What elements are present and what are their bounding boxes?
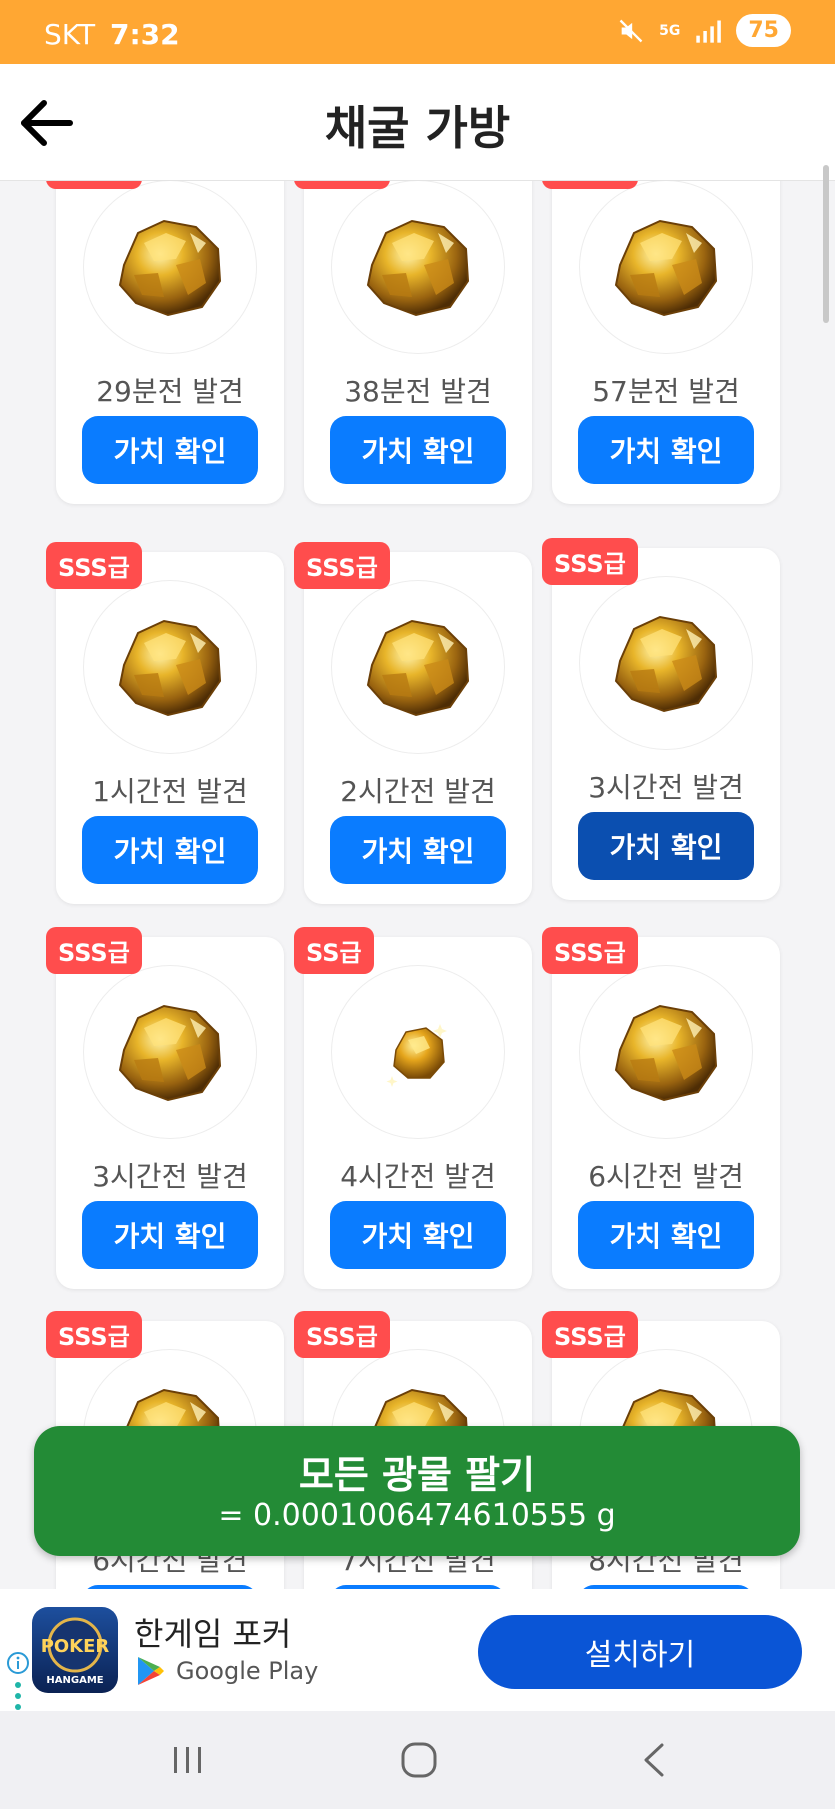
found-time: 6시간전 발견 — [588, 1160, 744, 1193]
found-time: 3시간전 발견 — [92, 1160, 248, 1193]
ad-app-name[interactable]: 한게임 포커 — [134, 1609, 291, 1655]
ore-card: SSS급 6시간전 발견 가치 확인 — [542, 927, 780, 1289]
install-button[interactable]: 설치하기 — [478, 1615, 802, 1689]
check-value-button[interactable]: 가치 확인 — [82, 1201, 258, 1269]
grade-badge: SSS급 — [294, 542, 390, 589]
grade-badge: SSS급 — [542, 538, 638, 585]
gold-nugget-icon — [366, 219, 470, 317]
ore-card: SSS급 29분전 발견 가치 확인 — [46, 181, 284, 504]
gold-nugget-icon — [614, 219, 718, 317]
gold-nugget-icon — [118, 619, 222, 717]
found-time: 1시간전 발견 — [92, 775, 248, 808]
grade-badge: SSS급 — [542, 927, 638, 974]
network-type: 5G — [659, 22, 681, 39]
found-time: 4시간전 발견 — [340, 1160, 496, 1193]
gold-nugget-icon — [118, 1004, 222, 1102]
ore-image-frame — [331, 181, 505, 354]
app-header: 채굴 가방 — [0, 64, 835, 181]
check-value-button[interactable]: 가치 확인 — [330, 1201, 506, 1269]
ore-card: SSS급 1시간전 발견 가치 확인 — [46, 542, 284, 904]
page-title: 채굴 가방 — [324, 101, 511, 155]
sell-all-button[interactable]: 모든 광물 팔기 = 0.0001006474610555 g — [34, 1426, 800, 1556]
gold-nugget-icon — [386, 1024, 447, 1087]
ore-image-frame — [83, 965, 257, 1139]
ore-image-frame — [579, 576, 753, 750]
grade-badge: SSS급 — [46, 927, 142, 974]
carrier-label: SKT — [44, 18, 96, 51]
grade-badge: SSS급 — [294, 181, 390, 189]
found-time: 57분전 발견 — [592, 375, 740, 408]
more-options-icon[interactable] — [14, 1681, 22, 1711]
grade-badge: SSS급 — [542, 1311, 638, 1358]
found-time: 38분전 발견 — [344, 375, 492, 408]
ore-card: SSS급 2시간전 발견 가치 확인 — [294, 542, 532, 904]
grade-badge: SS급 — [294, 927, 374, 974]
check-value-button[interactable]: 가치 확인 — [578, 1201, 754, 1269]
found-time: 3시간전 발견 — [588, 771, 744, 804]
google-play-icon — [138, 1657, 164, 1685]
ore-image-frame — [579, 965, 753, 1139]
system-nav-bar — [0, 1711, 835, 1809]
clock: 7:32 — [110, 18, 180, 51]
ore-card: SS급 4시간전 발견 가치 확인 — [294, 927, 532, 1289]
ore-image-frame — [83, 181, 257, 354]
ore-image-frame — [331, 965, 505, 1139]
ad-banner[interactable]: POKER HANGAME 한게임 포커 Google Play 설치하기 — [0, 1589, 835, 1711]
ore-image-frame — [331, 580, 505, 754]
mute-icon — [619, 19, 643, 42]
ore-card: SSS급 38분전 발견 가치 확인 — [294, 181, 532, 504]
home-icon[interactable] — [398, 1739, 440, 1781]
ore-card: SSS급 57분전 발견 가치 확인 — [542, 181, 780, 504]
grade-badge: SSS급 — [542, 181, 638, 189]
ore-image-frame — [579, 181, 753, 354]
sell-all-amount: = 0.0001006474610555 g — [218, 1498, 616, 1533]
grade-badge: SSS급 — [46, 181, 142, 189]
ore-card: SSS급 3시간전 발견 가치 확인 — [46, 927, 284, 1289]
grade-badge: SSS급 — [46, 542, 142, 589]
status-bar: SKT 7:32 5G 75 — [0, 0, 835, 64]
grade-badge: SSS급 — [294, 1311, 390, 1358]
poker-app-icon[interactable]: POKER HANGAME — [32, 1607, 118, 1693]
signal-icon — [696, 20, 722, 43]
back-icon[interactable] — [634, 1739, 676, 1781]
recents-icon[interactable] — [168, 1741, 208, 1779]
poker-logo-text: POKER — [41, 1636, 110, 1657]
check-value-button[interactable]: 가치 확인 — [330, 416, 506, 484]
ore-card: SSS급 3시간전 발견 가치 확인 — [542, 538, 780, 900]
check-value-button[interactable]: 가치 확인 — [330, 816, 506, 884]
check-value-button[interactable]: 가치 확인 — [578, 416, 754, 484]
battery-level: 75 — [736, 14, 791, 47]
found-time: 2시간전 발견 — [340, 775, 496, 808]
check-value-button[interactable]: 가치 확인 — [578, 812, 754, 880]
mining-bag-list[interactable]: SSS급 29분전 발견 가치 확인 SSS급 38분전 발견 가치 확인 — [0, 181, 835, 1589]
gold-nugget-icon — [118, 219, 222, 317]
found-time: 29분전 발견 — [96, 375, 244, 408]
ore-image-frame — [83, 580, 257, 754]
gold-nugget-icon — [614, 1004, 718, 1102]
gold-nugget-icon — [614, 615, 718, 713]
ad-store-label: Google Play — [176, 1657, 319, 1685]
check-value-button[interactable]: 가치 확인 — [82, 416, 258, 484]
check-value-button[interactable]: 가치 확인 — [82, 816, 258, 884]
sell-all-label: 모든 광물 팔기 — [298, 1453, 536, 1497]
info-icon[interactable] — [6, 1651, 30, 1675]
scrollbar[interactable] — [823, 165, 829, 323]
gold-nugget-icon — [366, 619, 470, 717]
grade-badge: SSS급 — [46, 1311, 142, 1358]
hangame-logo-text: HANGAME — [46, 1675, 103, 1686]
status-icons: 5G 75 — [617, 14, 791, 47]
